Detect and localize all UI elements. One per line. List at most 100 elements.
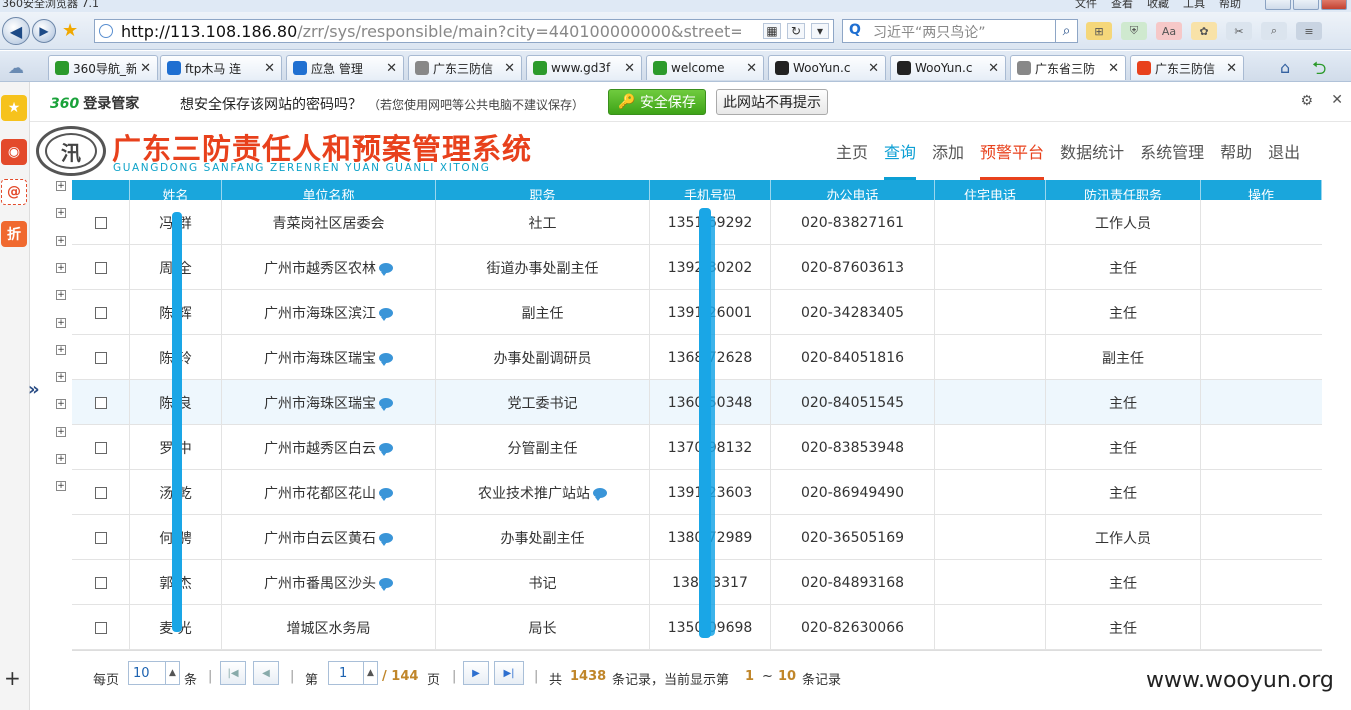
address-bar[interactable]: http://113.108.186.80/zrr/sys/responsibl…	[94, 19, 834, 43]
refresh-icon[interactable]: ↻	[787, 23, 805, 39]
table-row[interactable]: 周 全广州市越秀区农林 街道办事处副主任 1392 30202 020-8760361…	[72, 245, 1322, 290]
nav-item[interactable]: 退出	[1260, 122, 1308, 180]
search-button-icon[interactable]: ⌕	[1055, 20, 1077, 42]
row-checkbox[interactable]	[94, 486, 107, 499]
tree-expand-node[interactable]: +	[56, 208, 66, 219]
tooltip-bubble-icon[interactable]	[379, 442, 393, 456]
tooltip-bubble-icon[interactable]	[379, 532, 393, 546]
minimize-button[interactable]	[1265, 0, 1291, 10]
home-icon[interactable]: ⌂	[1280, 58, 1290, 77]
discount-icon[interactable]: 折	[1, 221, 27, 247]
browser-tab[interactable]: www.gd3f ✕	[526, 55, 642, 80]
save-password-button[interactable]: 🔑 安全保存	[608, 89, 706, 115]
tree-expand-node[interactable]: +	[56, 426, 66, 437]
expand-chevron-icon[interactable]: »	[28, 379, 40, 400]
nav-item[interactable]: 主页	[828, 122, 876, 180]
tab-close-icon[interactable]: ✕	[264, 61, 275, 76]
menu-item[interactable]: 文件	[1075, 0, 1097, 10]
search-text[interactable]: 习近平“两只鸟论”	[873, 25, 986, 41]
nav-item[interactable]: 查询	[876, 122, 924, 180]
tab-close-icon[interactable]: ✕	[868, 61, 879, 76]
browser-tab[interactable]: 应急 管理 ✕	[286, 55, 404, 80]
tree-expand-node[interactable]: +	[56, 344, 66, 355]
browser-tab[interactable]: WooYun.c ✕	[890, 55, 1006, 80]
menu-item[interactable]: 帮助	[1219, 0, 1241, 10]
tree-expand-node[interactable]: +	[56, 317, 66, 328]
browser-tab[interactable]: welcome ✕	[646, 55, 764, 80]
row-checkbox[interactable]	[94, 531, 107, 544]
tree-expand-node[interactable]: +	[56, 372, 66, 383]
tooltip-bubble-icon[interactable]	[379, 397, 393, 411]
per-page-spinner-icon[interactable]: ▲	[165, 662, 179, 684]
tab-close-icon[interactable]: ✕	[1226, 61, 1237, 76]
zoom-icon[interactable]: ⌕	[1261, 22, 1287, 40]
tree-expand-node[interactable]: +	[56, 454, 66, 464]
tab-close-icon[interactable]: ✕	[386, 61, 397, 76]
tooltip-bubble-icon[interactable]	[593, 487, 607, 501]
back-button[interactable]: ◀	[2, 17, 30, 45]
dropdown-icon[interactable]: ▾	[811, 23, 829, 39]
tooltip-bubble-icon[interactable]	[379, 352, 393, 366]
row-checkbox[interactable]	[94, 261, 107, 274]
tree-expand-node[interactable]: +	[56, 399, 66, 410]
cloud-icon[interactable]: ☁	[8, 58, 24, 77]
tab-close-icon[interactable]: ✕	[504, 61, 515, 76]
url-text[interactable]: http://113.108.186.80/zrr/sys/responsibl…	[121, 22, 741, 41]
menu-item[interactable]: 工具	[1183, 0, 1205, 10]
table-row[interactable]: 麦 光增城区水务局 局长 1350 09698 020-82630066 主任	[72, 605, 1322, 650]
nav-item[interactable]: 数据统计	[1052, 122, 1132, 180]
row-checkbox[interactable]	[94, 441, 107, 454]
row-checkbox[interactable]	[94, 351, 107, 364]
maximize-button[interactable]	[1293, 0, 1319, 10]
favorite-star-icon[interactable]: ★	[62, 20, 78, 41]
tree-expand-node[interactable]: +	[56, 181, 66, 191]
add-icon[interactable]: +	[4, 666, 21, 690]
never-prompt-button[interactable]: 此网站不再提示	[716, 89, 828, 115]
per-page-input[interactable]: 10 ▲	[128, 661, 180, 685]
mail-icon[interactable]: @	[1, 179, 27, 205]
table-row[interactable]: 陈 良广州市海珠区瑞宝 党工委书记 1360 50348 020-84051545 主任	[72, 380, 1322, 425]
security-icon[interactable]: ⛨	[1121, 22, 1147, 40]
qr-code-icon[interactable]: ▦	[763, 23, 781, 39]
tooltip-bubble-icon[interactable]	[379, 307, 393, 321]
table-row[interactable]: 郭 杰广州市番禺区沙头 书记 1380 3317 020-84893168 主任	[72, 560, 1322, 605]
row-checkbox[interactable]	[94, 216, 107, 229]
row-checkbox[interactable]	[94, 396, 107, 409]
apps-icon[interactable]: ⊞	[1086, 22, 1112, 40]
tooltip-bubble-icon[interactable]	[379, 487, 393, 501]
row-checkbox[interactable]	[94, 576, 107, 589]
tree-expand-node[interactable]: +	[56, 290, 66, 301]
table-row[interactable]: 罗 中广州市越秀区白云 分管副主任 1370 98132 020-83853948 主任	[72, 425, 1322, 470]
next-page-button[interactable]: ▶	[463, 661, 489, 685]
close-icon[interactable]: ✕	[1331, 92, 1343, 108]
nav-item[interactable]: 添加	[924, 122, 972, 180]
browser-tab[interactable]: 广东三防信 ✕	[408, 55, 522, 80]
search-engine-icon[interactable]: Q	[849, 22, 861, 38]
browser-tab[interactable]: 广东省三防 ✕	[1010, 55, 1126, 80]
tab-close-icon[interactable]: ✕	[140, 61, 151, 76]
page-spinner-icon[interactable]: ▲	[363, 662, 377, 684]
tab-close-icon[interactable]: ✕	[624, 61, 635, 76]
browser-tab[interactable]: ftp木马 连 ✕	[160, 55, 282, 80]
tab-close-icon[interactable]: ✕	[988, 61, 999, 76]
gear-icon[interactable]: ⚙	[1300, 93, 1313, 109]
table-row[interactable]: 冯 群青菜岗社区居委会 社工 1351 69292 020-83827161 工作人员	[72, 200, 1322, 245]
forward-button[interactable]: ▶	[32, 19, 56, 43]
tree-expand-node[interactable]: +	[56, 235, 66, 246]
search-input[interactable]: Q 习近平“两只鸟论” ⌕	[842, 19, 1078, 43]
nav-item[interactable]: 预警平台	[972, 122, 1052, 180]
menu-item[interactable]: 收藏	[1147, 0, 1169, 10]
first-page-button[interactable]: |◀	[220, 661, 246, 685]
tab-close-icon[interactable]: ✕	[746, 61, 757, 76]
table-row[interactable]: 陈 玲广州市海珠区瑞宝 办事处副调研员 1368 72628 020-84051816…	[72, 335, 1322, 380]
close-window-button[interactable]	[1321, 0, 1347, 10]
page-input[interactable]: 1 ▲	[328, 661, 378, 685]
table-row[interactable]: 陈 辉广州市海珠区滨江 副主任 1391 26001 020-34283405 主任	[72, 290, 1322, 335]
translate-icon[interactable]: Aa	[1156, 22, 1182, 40]
screenshot-icon[interactable]: ✂	[1226, 22, 1252, 40]
prev-page-button[interactable]: ◀	[253, 661, 279, 685]
extension-icon[interactable]: ✿	[1191, 22, 1217, 40]
row-checkbox[interactable]	[94, 306, 107, 319]
table-row[interactable]: 何 骋广州市白云区黄石 办事处副主任 1380 72989 020-36505169 工…	[72, 515, 1322, 560]
menu-item[interactable]: 查看	[1111, 0, 1133, 10]
